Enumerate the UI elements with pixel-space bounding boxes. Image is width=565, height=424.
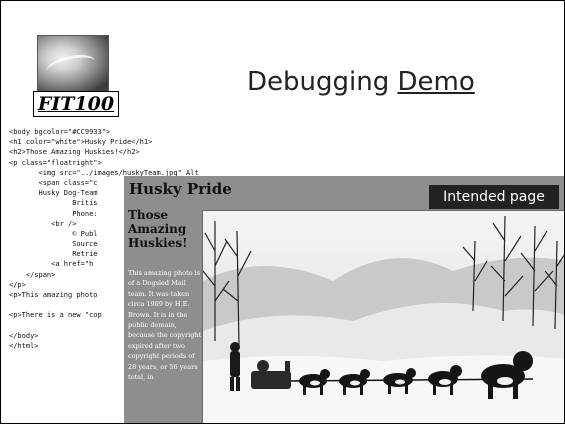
husky-team-photo — [202, 210, 564, 423]
page-paragraph: This amazing photo is of a Dogsled Mail … — [128, 269, 202, 382]
slide: FIT100 Debugging Demo <body bgcolor="#CC… — [0, 0, 565, 424]
wave-photo-icon — [37, 35, 109, 93]
code-line: <body bgcolor="#CC9933"> — [9, 128, 111, 136]
page-subheading: Those Amazing Huskies! — [128, 208, 188, 250]
slide-title: Debugging Demo — [247, 67, 475, 97]
intended-page-label: Intended page — [429, 185, 559, 209]
code-line: <p class="floatright"> — [9, 158, 102, 167]
page-heading: Husky Pride — [129, 180, 232, 198]
code-line: <h2>Those Amazing Huskies!</h2> — [9, 148, 140, 157]
title-demo-link[interactable]: Demo — [397, 67, 474, 97]
dogsled-illustration — [203, 211, 564, 423]
logo-text: FIT100 — [33, 91, 119, 117]
fit100-logo: FIT100 — [33, 31, 121, 117]
browser-page-screenshot: Husky Pride Those Amazing Huskies! This … — [124, 176, 564, 423]
title-prefix: Debugging — [247, 67, 390, 97]
code-line: <h1 color="white">Husky Pride</h1> — [9, 138, 153, 147]
